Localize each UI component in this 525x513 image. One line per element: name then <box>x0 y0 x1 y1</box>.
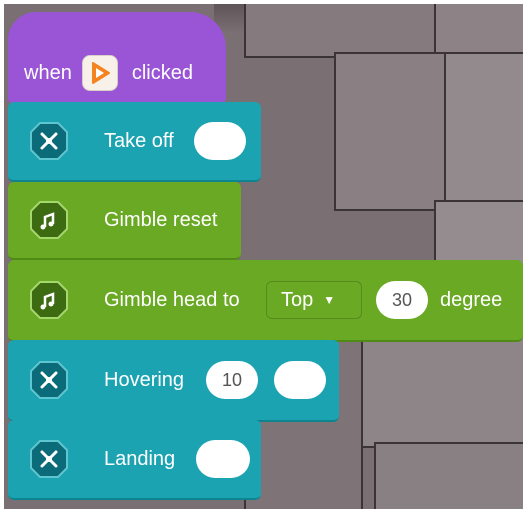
hovering-block[interactable]: Hovering 10 <box>8 340 339 422</box>
when-clicked-block[interactable]: when clicked <box>8 12 226 104</box>
landing-block[interactable]: Landing <box>8 420 261 500</box>
hover-duration-value: 10 <box>221 369 243 390</box>
drone-icon <box>28 120 70 162</box>
gimble-reset-label: Gimble reset <box>104 208 218 231</box>
gimble-head-block[interactable]: Gimble head to Top ▼ 30 degree <box>8 260 523 342</box>
when-label: when <box>24 61 72 84</box>
drone-icon <box>28 359 70 401</box>
floor-tile <box>374 442 523 509</box>
take-off-block[interactable]: Take off <box>8 102 261 182</box>
landing-param-input[interactable] <box>196 440 250 478</box>
floor-tile <box>244 4 438 58</box>
hover-duration-input[interactable]: 10 <box>206 361 258 399</box>
hover-param-input[interactable] <box>274 361 326 399</box>
floor-tile <box>434 4 523 58</box>
gimbal-icon <box>28 279 70 321</box>
degree-unit-label: degree <box>440 288 503 311</box>
gimble-head-label: Gimble head to <box>104 288 240 311</box>
floor-tile <box>354 324 523 448</box>
hovering-label: Hovering <box>104 368 185 391</box>
landing-label: Landing <box>104 447 176 470</box>
floor-tile <box>334 52 448 211</box>
direction-value: Top <box>281 288 314 311</box>
degree-input[interactable]: 30 <box>376 281 428 319</box>
gimble-reset-block[interactable]: Gimble reset <box>8 182 241 260</box>
take-off-label: Take off <box>104 129 174 152</box>
direction-dropdown[interactable]: Top ▼ <box>266 281 362 319</box>
clicked-label: clicked <box>131 61 193 84</box>
play-icon <box>81 55 118 91</box>
degree-value: 30 <box>391 289 413 310</box>
drone-icon <box>28 438 70 480</box>
caret-down-icon: ▼ <box>323 293 336 307</box>
gimbal-icon <box>28 199 70 241</box>
floor-tile <box>444 52 523 206</box>
take-off-param-input[interactable] <box>194 122 246 160</box>
